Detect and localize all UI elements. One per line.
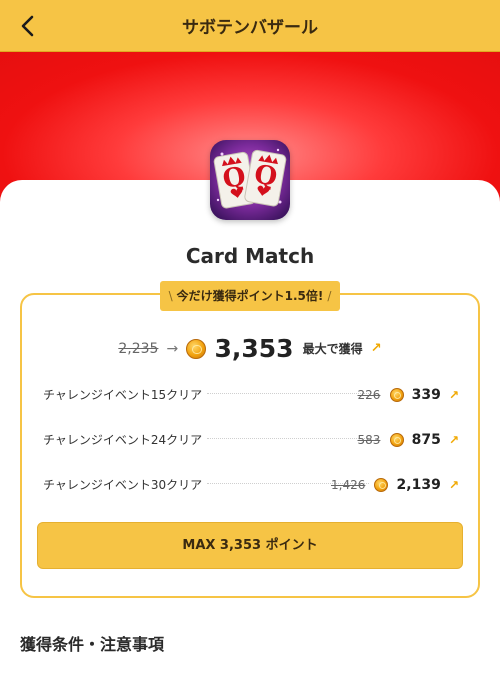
old-points: 1,426 (331, 477, 366, 492)
coin-icon (374, 477, 389, 492)
promo-text: 今だけ獲得ポイント1.5倍! (176, 289, 324, 303)
new-points: 339 (411, 386, 441, 403)
dotted-divider (207, 438, 369, 439)
new-total-points: 3,353 (214, 334, 294, 363)
promo-badge: \ 今だけ獲得ポイント1.5倍! / (160, 281, 340, 311)
header-bar: サボテンバザール (0, 0, 500, 52)
new-points: 2,139 (396, 476, 441, 493)
task-points: 1,426 2,139 ↗ (331, 474, 459, 494)
task-label: チャレンジイベント24クリア (43, 433, 203, 447)
old-points: 226 (357, 387, 381, 402)
coin-icon (389, 387, 404, 402)
list-item: チャレンジイベント24クリア 583 875 ↗ (43, 429, 459, 449)
task-label: チャレンジイベント30クリア (43, 478, 203, 492)
app-name: Card Match (185, 244, 315, 268)
list-item: チャレンジイベント15クリア 226 339 ↗ (43, 384, 459, 404)
task-points: 226 339 ↗ (358, 384, 459, 404)
arrow-right-icon: → (166, 340, 179, 357)
page-title: サボテンバザール (182, 18, 318, 38)
old-total-points: 2,235 (118, 340, 159, 357)
app-icon: Q Q (210, 140, 290, 220)
task-label: チャレンジイベント15クリア (43, 388, 203, 402)
arrow-up-right-icon: ↗ (448, 387, 459, 402)
points-summary: 2,235 → 3,353 最大で獲得 ↗ (0, 334, 500, 364)
promo-deco-left: \ (168, 289, 173, 303)
arrow-up-right-icon: ↗ (448, 432, 459, 447)
old-points: 583 (357, 432, 381, 447)
coin-icon (186, 338, 207, 359)
dotted-divider (207, 393, 369, 394)
promo-deco-right: / (327, 289, 332, 303)
arrow-up-right-icon: ↗ (370, 341, 382, 356)
task-points: 583 875 ↗ (358, 429, 459, 449)
conditions-heading: 獲得条件・注意事項 (20, 635, 165, 654)
max-earn-label: 最大で獲得 (302, 342, 363, 356)
max-points-button[interactable]: MAX 3,353 ポイント (37, 522, 463, 569)
arrow-up-right-icon: ↗ (448, 477, 459, 492)
new-points: 875 (411, 431, 441, 448)
coin-icon (389, 432, 404, 447)
list-item: チャレンジイベント30クリア 1,426 2,139 ↗ (43, 474, 459, 494)
